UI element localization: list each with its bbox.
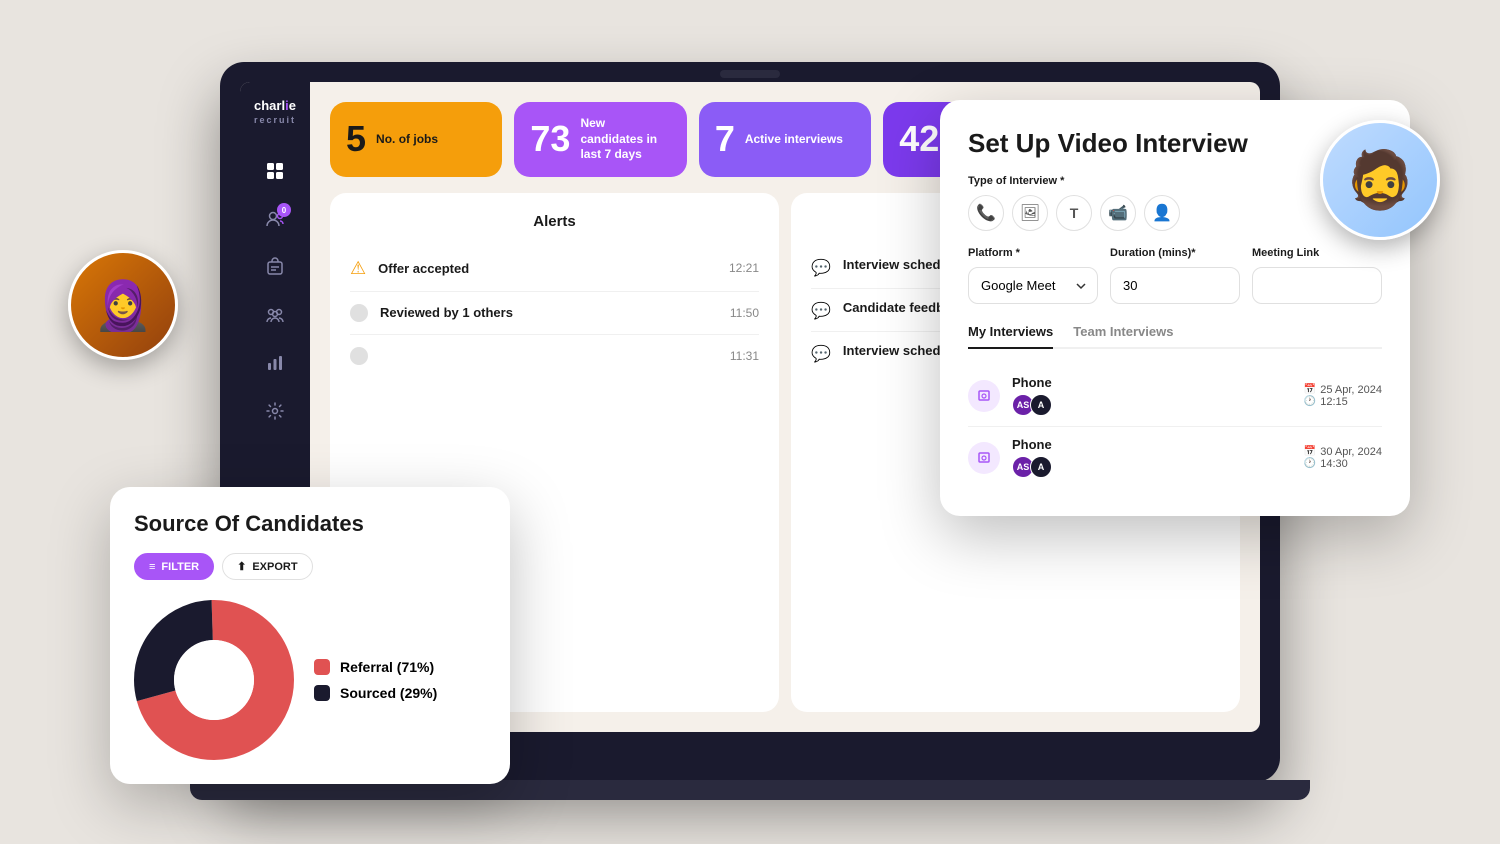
filter-button[interactable]: ≡ FILTER xyxy=(134,553,214,580)
referral-dot xyxy=(314,659,330,675)
info-icon-3 xyxy=(350,347,368,365)
interview-avatars-1: AS A xyxy=(1012,394,1292,416)
duration-field: Duration (mins)* 30 xyxy=(1110,247,1240,304)
interview-icon-2 xyxy=(968,442,1000,474)
tab-team-interviews[interactable]: Team Interviews xyxy=(1073,324,1173,347)
type-image-icon[interactable]: 🖼 xyxy=(1012,195,1048,231)
sourced-label: Sourced (29%) xyxy=(340,685,437,701)
alert-text-1: Offer accepted xyxy=(378,261,717,276)
type-person-icon[interactable]: 👤 xyxy=(1144,195,1180,231)
stat-avg-number: 42 xyxy=(899,121,939,157)
interview-icon-1 xyxy=(968,380,1000,412)
alert-time-1: 12:21 xyxy=(729,261,759,275)
interview-avatars-2: AS A xyxy=(1012,456,1292,478)
stat-interviews: 7 Active interviews xyxy=(699,102,871,177)
interview-type-1: Phone AS A xyxy=(1012,375,1292,416)
platform-field: Platform * Google Meet Zoom Teams Skype xyxy=(968,247,1098,304)
filter-label: FILTER xyxy=(161,561,199,573)
chat-icon-2: 💬 xyxy=(811,301,831,321)
meeting-link-field: Meeting Link xyxy=(1252,247,1382,304)
stat-jobs-number: 5 xyxy=(346,121,366,157)
alerts-title: Alerts xyxy=(350,213,759,230)
source-controls: ≡ FILTER ⬆ EXPORT xyxy=(134,553,486,580)
candidate-avatar-left: 🧕 xyxy=(68,250,178,360)
date-text-1: 25 Apr, 2024 xyxy=(1320,384,1382,396)
type-video-icon[interactable]: 📹 xyxy=(1100,195,1136,231)
interview-item-1: Phone AS A 📅 25 Apr, 2024 🕐 12:15 xyxy=(968,365,1382,427)
platform-label: Platform * xyxy=(968,247,1098,259)
filter-icon: ≡ xyxy=(149,561,155,573)
export-label: EXPORT xyxy=(252,561,297,573)
info-icon-2 xyxy=(350,304,368,322)
stat-jobs-label: No. of jobs xyxy=(376,132,438,148)
candidate-face-left: 🧕 xyxy=(71,253,175,357)
type-icons: 📞 🖼 T 📹 👤 xyxy=(968,195,1382,231)
sidebar-item-team[interactable] xyxy=(255,295,295,335)
tab-my-interviews[interactable]: My Interviews xyxy=(968,324,1053,349)
form-row: Platform * Google Meet Zoom Teams Skype … xyxy=(968,247,1382,304)
date-text-2: 30 Apr, 2024 xyxy=(1320,446,1382,458)
alert-text-2: Reviewed by 1 others xyxy=(380,305,718,320)
source-of-candidates-panel: Source Of Candidates ≡ FILTER ⬆ EXPORT R… xyxy=(110,487,510,784)
video-interview-title: Set Up Video Interview xyxy=(968,128,1382,159)
laptop-notch xyxy=(720,70,780,78)
export-button[interactable]: ⬆ EXPORT xyxy=(222,553,312,580)
duration-input[interactable]: 30 xyxy=(1110,267,1240,304)
candidates-badge: 0 xyxy=(277,203,291,217)
stat-jobs: 5 No. of jobs xyxy=(330,102,502,177)
type-text-icon[interactable]: T xyxy=(1056,195,1092,231)
avatar-a-1: A xyxy=(1030,394,1052,416)
chart-legend: Referral (71%) Sourced (29%) xyxy=(314,659,437,701)
meeting-link-input[interactable] xyxy=(1252,267,1382,304)
referral-label: Referral (71%) xyxy=(340,659,434,675)
type-phone-icon[interactable]: 📞 xyxy=(968,195,1004,231)
export-icon: ⬆ xyxy=(237,560,246,573)
warning-icon: ⚠ xyxy=(350,258,366,279)
platform-select[interactable]: Google Meet Zoom Teams Skype xyxy=(968,267,1098,304)
interview-item-2: Phone AS A 📅 30 Apr, 2024 🕐 14:30 xyxy=(968,427,1382,488)
clock-icon-2: 🕐 xyxy=(1304,458,1316,469)
alert-time-2: 11:50 xyxy=(730,306,759,320)
time-text-2: 14:30 xyxy=(1320,458,1348,470)
interview-date-1: 📅 25 Apr, 2024 🕐 12:15 xyxy=(1304,384,1382,408)
meeting-link-label: Meeting Link xyxy=(1252,247,1382,259)
stat-interviews-number: 7 xyxy=(715,121,735,157)
interview-date-2: 📅 30 Apr, 2024 🕐 14:30 xyxy=(1304,446,1382,470)
pie-chart xyxy=(134,600,294,760)
alert-item-2: Reviewed by 1 others 11:50 xyxy=(350,292,759,335)
sidebar-item-dashboard[interactable] xyxy=(255,151,295,191)
calendar-icon-2: 📅 xyxy=(1304,446,1316,457)
clock-icon-1: 🕐 xyxy=(1304,396,1316,407)
sidebar-item-reports[interactable] xyxy=(255,343,295,383)
duration-label: Duration (mins)* xyxy=(1110,247,1240,259)
source-title: Source Of Candidates xyxy=(134,511,486,537)
stat-interviews-label: Active interviews xyxy=(745,132,843,148)
chat-icon-3: 💬 xyxy=(811,344,831,364)
legend-sourced: Sourced (29%) xyxy=(314,685,437,701)
legend-referral: Referral (71%) xyxy=(314,659,437,675)
sourced-dot xyxy=(314,685,330,701)
logo-text: charlie recruit xyxy=(254,98,296,127)
alert-item-1: ⚠ Offer accepted 12:21 xyxy=(350,246,759,292)
alert-time-3: 11:31 xyxy=(730,349,759,363)
stat-candidates-number: 73 xyxy=(530,121,570,157)
avatar-a-2: A xyxy=(1030,456,1052,478)
alert-item-3: 11:31 xyxy=(350,335,759,377)
stat-candidates-label: New candidates in last 7 days xyxy=(580,116,670,163)
candidate-avatar-right: 🧔 xyxy=(1320,120,1440,240)
logo: charlie recruit xyxy=(254,98,296,127)
interview-tabs: My Interviews Team Interviews xyxy=(968,324,1382,349)
interview-type-2: Phone AS A xyxy=(1012,437,1292,478)
candidate-face-right: 🧔 xyxy=(1323,123,1437,237)
time-text-1: 12:15 xyxy=(1320,396,1348,408)
sidebar-item-settings[interactable] xyxy=(255,391,295,431)
sidebar-item-candidates[interactable]: 0 xyxy=(255,199,295,239)
calendar-icon-1: 📅 xyxy=(1304,384,1316,395)
chart-area: Referral (71%) Sourced (29%) xyxy=(134,600,486,760)
stat-candidates: 73 New candidates in last 7 days xyxy=(514,102,686,177)
sidebar-item-jobs[interactable] xyxy=(255,247,295,287)
chat-icon-1: 💬 xyxy=(811,258,831,278)
